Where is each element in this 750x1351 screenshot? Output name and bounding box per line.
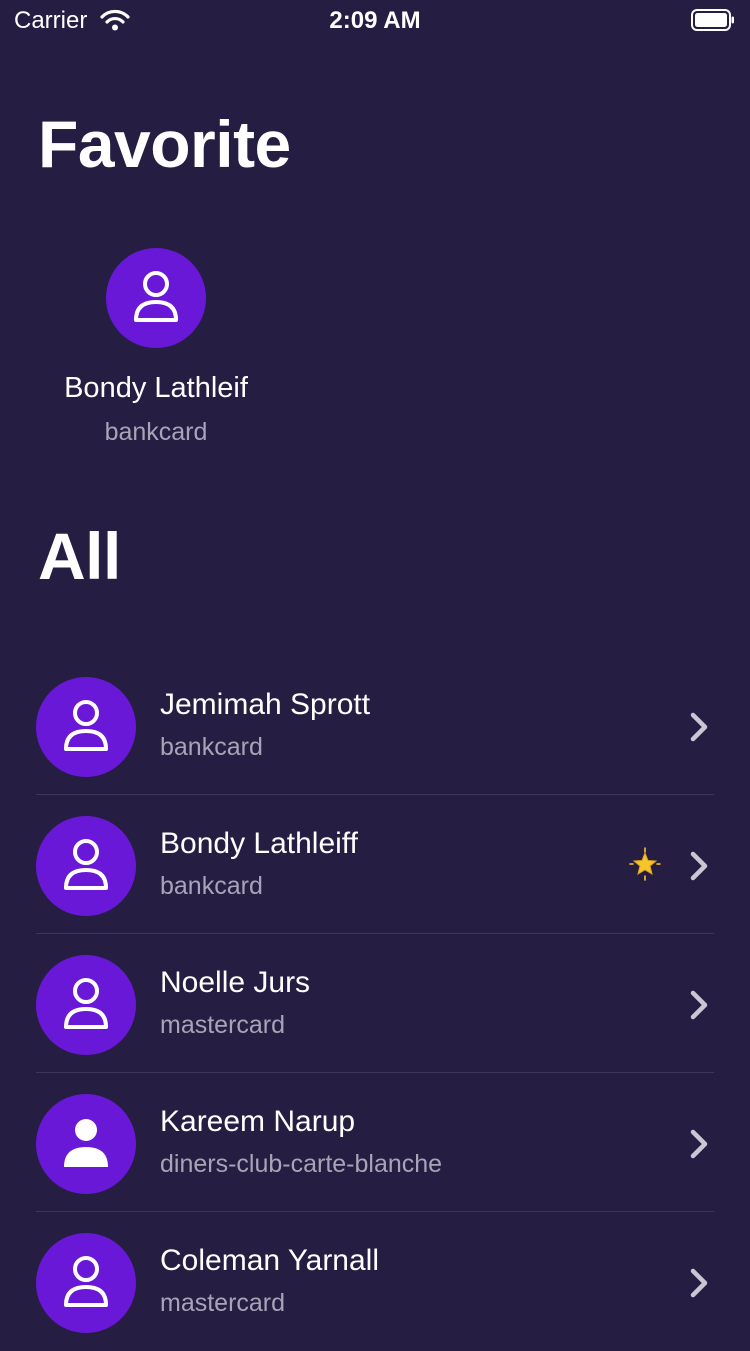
person-outline-icon xyxy=(64,700,108,751)
battery-icon xyxy=(691,9,734,31)
avatar xyxy=(36,816,136,916)
favorite-section-title: Favorite xyxy=(38,107,291,181)
avatar xyxy=(36,1233,136,1333)
list-item[interactable]: Coleman Yarnall mastercard xyxy=(0,1212,750,1351)
favorite-contact-card-type: bankcard xyxy=(104,418,208,446)
all-section-title: All xyxy=(38,519,121,593)
person-outline-icon xyxy=(64,978,108,1029)
list-item[interactable]: Kareem Narup diners-club-carte-blanche xyxy=(0,1073,750,1212)
chevron-right-icon xyxy=(690,851,708,881)
contact-card-type: bankcard xyxy=(160,872,263,900)
contact-name: Bondy Lathleiff xyxy=(160,827,358,860)
person-outline-icon xyxy=(64,1256,108,1307)
chevron-right-icon xyxy=(690,1129,708,1159)
star-icon xyxy=(629,847,661,881)
avatar xyxy=(36,677,136,777)
list-item[interactable]: Noelle Jurs mastercard xyxy=(0,934,750,1073)
contact-name: Noelle Jurs xyxy=(160,966,311,999)
list-item[interactable]: Jemimah Sprott bankcard xyxy=(0,656,750,795)
avatar xyxy=(36,1094,136,1194)
list-item[interactable]: Bondy Lathleiff bankcard xyxy=(0,795,750,934)
contact-card-type: bankcard xyxy=(160,733,263,761)
contact-name: Kareem Narup xyxy=(160,1105,356,1138)
person-outline-icon xyxy=(64,839,108,890)
contact-card-type: mastercard xyxy=(160,1289,286,1317)
chevron-right-icon xyxy=(690,1268,708,1298)
contact-card-type: diners-club-carte-blanche xyxy=(160,1150,443,1178)
contact-name: Jemimah Sprott xyxy=(160,688,371,721)
contact-name: Coleman Yarnall xyxy=(160,1244,380,1277)
person-outline-icon xyxy=(134,271,178,322)
chevron-right-icon xyxy=(690,990,708,1020)
avatar xyxy=(36,955,136,1055)
contact-card-type: mastercard xyxy=(160,1011,286,1039)
status-bar: Carrier 2:09 AM xyxy=(0,0,750,40)
person-filled-icon xyxy=(64,1119,108,1167)
avatar xyxy=(106,248,206,348)
chevron-right-icon xyxy=(690,712,708,742)
status-time: 2:09 AM xyxy=(329,7,421,34)
favorite-contact-name: Bondy Lathleif xyxy=(64,372,248,404)
